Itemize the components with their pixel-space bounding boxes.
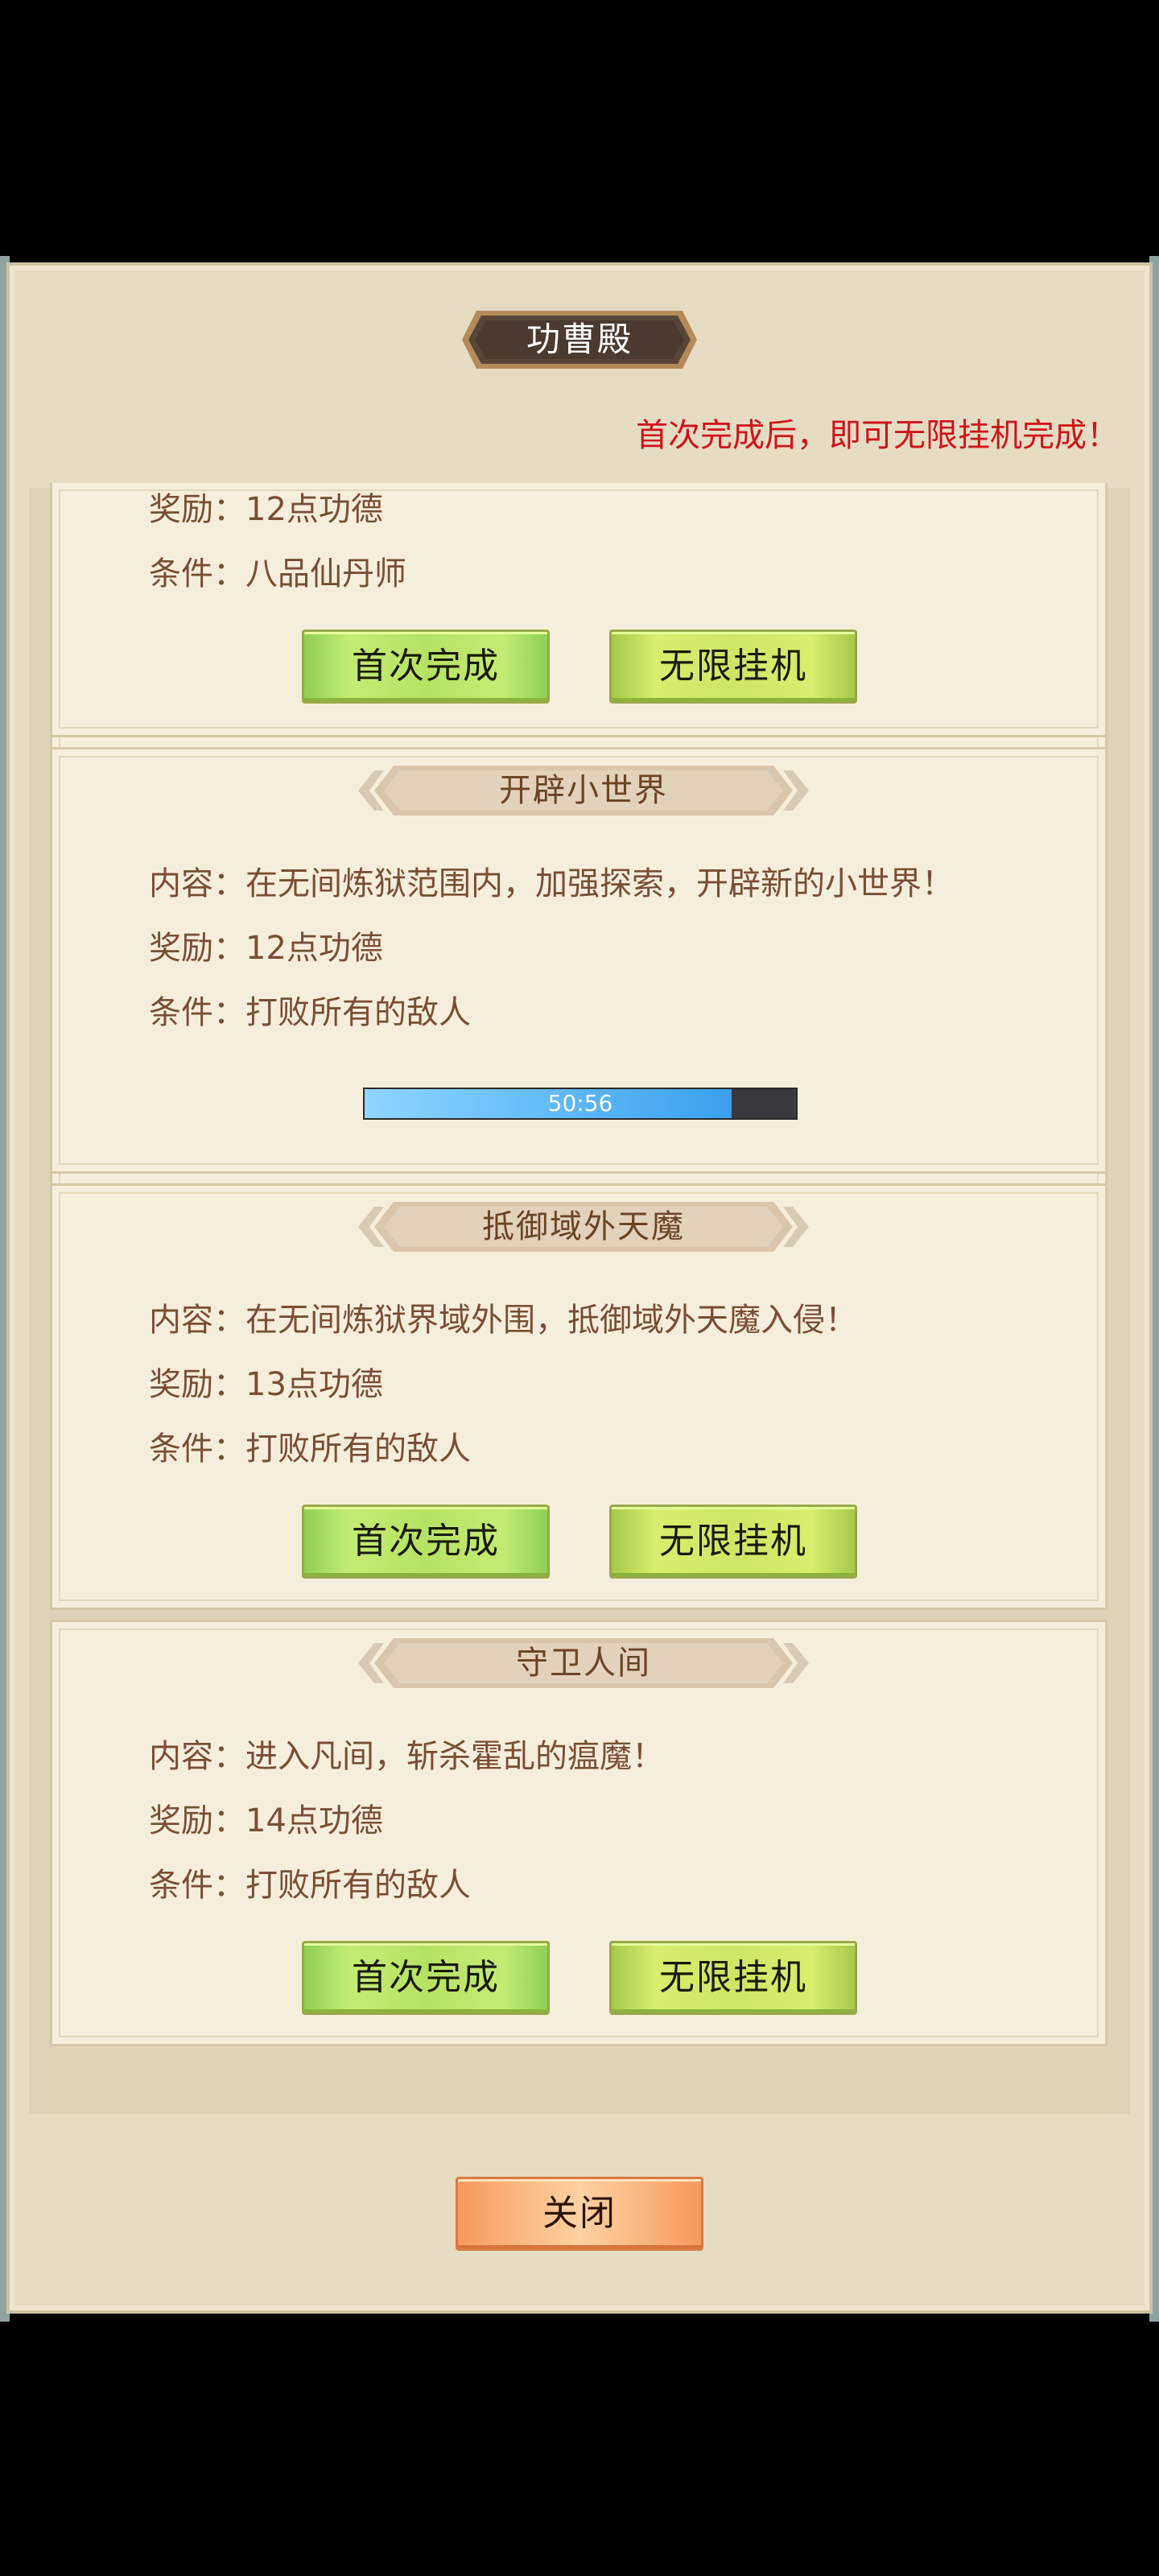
progress-label: 50:56 [547,1090,613,1117]
content-row: 内容：在无间炼狱界域外围，抵御域外天魔入侵！ [149,1294,857,1340]
reward-row: 奖励：12点功德 [149,922,383,968]
condition-value: 打败所有的敌人 [245,1430,471,1468]
reward-value: 12点功德 [245,491,383,528]
quest-card-3: 抵御域外天魔 内容：在无间炼狱界域外围，抵御域外天魔入侵！ 奖励：13点功德 条… [50,1183,1107,1610]
condition-value: 八品仙丹师 [245,555,406,592]
card-title-plate: 守卫人间 [358,1633,809,1693]
content-label: 内容： [149,865,245,902]
condition-value: 打败所有的敌人 [245,994,471,1031]
content-row: 内容：进入凡间，斩杀霍乱的瘟魔！ [149,1730,664,1777]
condition-value: 打败所有的敌人 [245,1867,471,1904]
first-complete-button[interactable]: 首次完成 [302,1941,550,2015]
condition-row: 条件：打败所有的敌人 [149,986,471,1033]
dialog-title: 功曹殿 [526,320,633,359]
reward-row: 奖励：13点功德 [149,1358,383,1405]
condition-label: 条件： [149,1867,245,1904]
condition-row: 条件：八品仙丹师 [149,547,406,594]
content-value: 进入凡间，斩杀霍乱的瘟魔！ [245,1738,664,1775]
quest-card-2: 开辟小世界 内容：在无间炼狱范围内，加强探索，开辟新的小世界！ 奖励：12点功德… [50,747,1107,1174]
condition-row: 条件：打败所有的敌人 [149,1859,471,1905]
condition-label: 条件： [149,994,245,1031]
content-value: 在无间炼狱范围内，加强探索，开辟新的小世界！ [245,865,954,902]
reward-value: 13点功德 [245,1366,383,1403]
condition-label: 条件： [149,555,245,592]
condition-row: 条件：打败所有的敌人 [149,1422,471,1469]
reward-label: 奖励： [149,1802,245,1839]
condition-label: 条件： [149,1430,245,1468]
content-label: 内容： [149,1302,245,1339]
card-title-plate: 开辟小世界 [358,761,809,820]
quest-card-1: 奖励：12点功德 条件：八品仙丹师 首次完成 无限挂机 [50,483,1107,737]
content-row: 内容：在无间炼狱范围内，加强探索，开辟新的小世界！ [149,857,954,904]
progress-bar: 50:56 [363,1088,798,1120]
hint-text: 首次完成后，即可无限挂机完成！ [636,417,1119,454]
first-complete-button[interactable]: 首次完成 [302,630,550,704]
reward-row: 奖励：14点功德 [149,1794,383,1841]
close-button[interactable]: 关闭 [456,2177,703,2251]
title-plate: 功曹殿 [459,306,700,374]
card-title-plate: 抵御域外天魔 [358,1197,809,1257]
reward-label: 奖励： [149,1366,245,1403]
card-title: 抵御域外天魔 [482,1208,685,1245]
card-title: 开辟小世界 [499,772,668,809]
auto-idle-button[interactable]: 无限挂机 [609,1505,857,1579]
content-value: 在无间炼狱界域外围，抵御域外天魔入侵！ [245,1302,857,1339]
reward-row: 奖励：12点功德 [149,483,383,530]
reward-value: 12点功德 [245,930,383,967]
reward-value: 14点功德 [245,1802,383,1839]
card-title: 守卫人间 [516,1645,651,1682]
auto-idle-button[interactable]: 无限挂机 [609,1941,857,2015]
quest-card-4: 守卫人间 内容：进入凡间，斩杀霍乱的瘟魔！ 奖励：14点功德 条件：打败所有的敌… [50,1620,1107,2046]
first-complete-button[interactable]: 首次完成 [302,1505,550,1579]
auto-idle-button[interactable]: 无限挂机 [609,630,857,704]
content-label: 内容： [149,1738,245,1775]
reward-label: 奖励： [149,491,245,528]
reward-label: 奖励： [149,930,245,967]
